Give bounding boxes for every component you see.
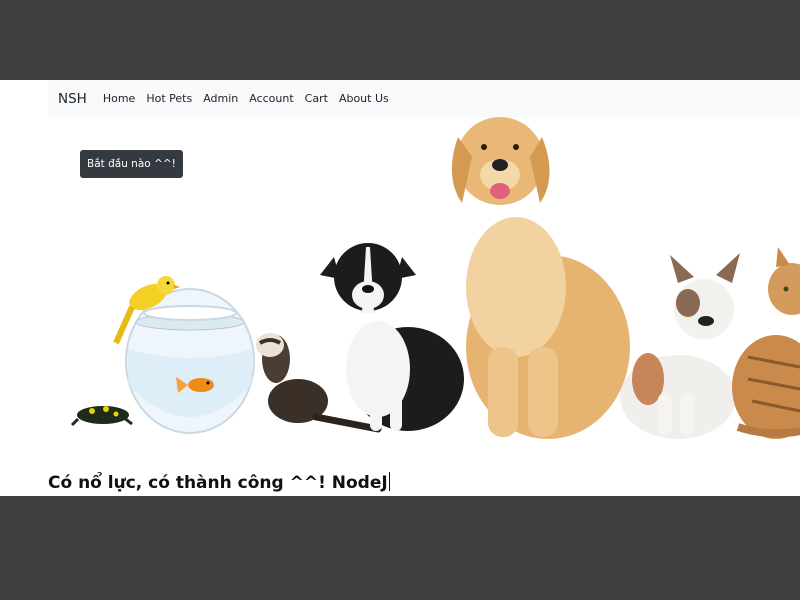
slogan-heading: Có nổ lực, có thành công ^^! NodeJ [48, 472, 390, 493]
text-cursor [388, 472, 390, 491]
nav-link-hot-pets[interactable]: Hot Pets [146, 92, 192, 105]
nav-link-account[interactable]: Account [249, 92, 293, 105]
browser-viewport: NSH Home Hot Pets Admin Account Cart Abo… [0, 80, 800, 496]
nav-link-cart[interactable]: Cart [305, 92, 328, 105]
fishbowl-figure [125, 288, 255, 434]
french-bulldog-figure [620, 253, 740, 439]
navbar: NSH Home Hot Pets Admin Account Cart Abo… [48, 80, 800, 117]
get-started-button[interactable]: Bắt đầu nào ^^! [80, 150, 183, 178]
nav-link-about-us[interactable]: About Us [339, 92, 389, 105]
border-collie-puppy-figure [320, 243, 464, 431]
nav-link-admin[interactable]: Admin [203, 92, 238, 105]
slogan-text: Có nổ lực, có thành công ^^! NodeJ [48, 473, 388, 493]
frog-figure [70, 406, 133, 427]
golden-retriever-figure [451, 117, 630, 439]
tabby-cat-figure [732, 247, 800, 439]
nav-link-home[interactable]: Home [103, 92, 135, 105]
navbar-brand[interactable]: NSH [58, 91, 87, 107]
